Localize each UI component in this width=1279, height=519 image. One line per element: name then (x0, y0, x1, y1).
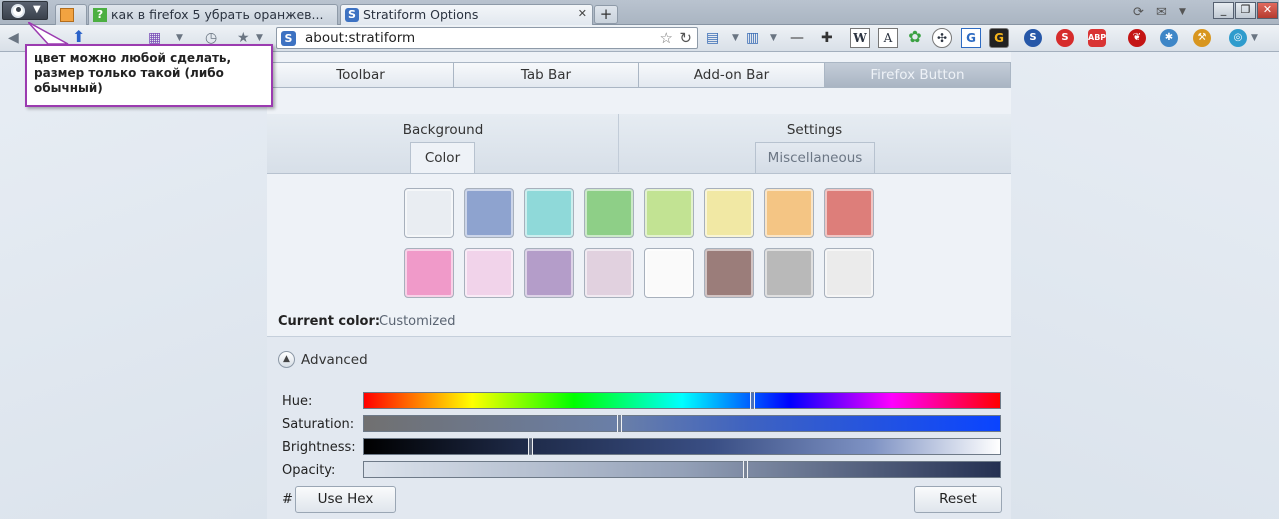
document-icon[interactable]: ▥ (746, 30, 759, 46)
opacity-slider[interactable] (363, 461, 1001, 478)
minimize-button[interactable]: _ (1213, 2, 1234, 19)
tab-label: как в firefox 5 убрать оранжев... (111, 7, 324, 22)
firefox-menu-button[interactable]: ▼ (2, 1, 48, 20)
tab-add-on-bar[interactable]: Add-on Bar (638, 62, 825, 88)
adblock-icon[interactable]: ABP (1088, 29, 1106, 47)
toolbox-icon[interactable]: ⚒ (1193, 29, 1211, 47)
hue-slider-thumb[interactable] (749, 392, 755, 409)
opacity-slider-thumb[interactable] (743, 461, 749, 478)
hex-hash: # (282, 492, 293, 507)
wikipedia-icon[interactable]: W (850, 28, 870, 48)
stratiform-icon: S (345, 8, 359, 22)
font-icon[interactable]: A (878, 28, 898, 48)
url-text[interactable]: about:stratiform (305, 30, 415, 46)
hue-label: Hue: (282, 394, 313, 409)
brightness-label: Brightness: (282, 440, 356, 455)
tab-firefox-button[interactable]: Firefox Button (824, 62, 1011, 88)
color-swatch[interactable] (524, 188, 574, 238)
group-divider (618, 114, 619, 172)
reset-button[interactable]: Reset (914, 486, 1002, 513)
question-icon: ? (93, 8, 107, 22)
mail-icon[interactable]: ✉ (1156, 5, 1167, 20)
puzzle-icon[interactable]: ✿ (905, 28, 925, 48)
zoom-in-icon[interactable]: ✚ (821, 30, 833, 46)
url-bar[interactable]: S about:stratiform ☆ ↻ (276, 27, 698, 49)
color-swatch[interactable] (584, 248, 634, 298)
brightness-slider-thumb[interactable] (528, 438, 534, 455)
chevron-down-icon[interactable]: ▼ (1179, 7, 1186, 17)
flame-icon[interactable]: ❦ (1128, 29, 1146, 47)
globe-icon[interactable]: ◎ (1229, 29, 1247, 47)
tab-tab-bar[interactable]: Tab Bar (453, 62, 639, 88)
google-icon[interactable]: G (961, 28, 981, 48)
note-pointer (28, 22, 69, 45)
chevron-down-icon[interactable]: ▼ (770, 33, 777, 43)
color-swatch[interactable] (704, 188, 754, 238)
annotation-note: цвет можно любой сделать, размер только … (25, 44, 273, 107)
subtab-miscellaneous[interactable]: Miscellaneous (755, 142, 875, 173)
back-icon[interactable]: ◀ (8, 30, 19, 46)
chevron-down-icon[interactable]: ▼ (256, 33, 263, 43)
page-icon[interactable]: ▤ (706, 30, 719, 46)
close-tab-icon[interactable]: ✕ (578, 7, 587, 20)
tab-stratiform[interactable]: S Stratiform Options ✕ (340, 4, 593, 25)
chevron-down-icon[interactable]: ▼ (1251, 33, 1258, 43)
color-swatch[interactable] (584, 188, 634, 238)
tab-toolbar[interactable]: Toolbar (267, 62, 454, 88)
star-icon[interactable]: ☆ (660, 29, 673, 47)
advanced-label[interactable]: Advanced (301, 352, 368, 368)
tools-icon[interactable]: ✱ (1160, 29, 1178, 47)
saturation-label: Saturation: (282, 417, 355, 432)
tab-strip: ▼ ? как в firefox 5 убрать оранжев... S … (0, 0, 1279, 25)
color-swatch[interactable] (824, 248, 874, 298)
tab-forum[interactable]: ? как в firefox 5 убрать оранжев... (88, 4, 338, 25)
page-background-right (1011, 52, 1279, 519)
group-title-background: Background (402, 122, 484, 138)
greasemonkey-icon[interactable]: G (989, 28, 1009, 48)
chevron-down-icon[interactable]: ▼ (176, 33, 183, 43)
subtab-color[interactable]: Color (410, 142, 475, 173)
current-color-label: Current color: (278, 314, 381, 329)
brightness-slider[interactable] (363, 438, 1001, 455)
stylish-icon[interactable]: S (1024, 29, 1042, 47)
s-badge-icon[interactable]: S (1056, 29, 1074, 47)
film-reel-icon[interactable]: ✣ (932, 28, 952, 48)
section-header: Background Settings Color Miscellaneous (267, 114, 1011, 174)
new-tab-button[interactable]: + (594, 5, 618, 24)
chevron-down-icon: ▼ (33, 4, 41, 15)
advanced-section: ▲ Advanced Hue: Saturation: Brightness: … (267, 337, 1011, 519)
hue-slider[interactable] (363, 392, 1001, 409)
group-title-settings: Settings (786, 122, 843, 138)
stratiform-icon: S (281, 31, 296, 46)
options-page: Toolbar Tab Bar Add-on Bar Firefox Butto… (267, 52, 1011, 519)
tab-label: Stratiform Options (363, 7, 479, 22)
color-swatch[interactable] (644, 248, 694, 298)
color-swatch[interactable] (404, 188, 454, 238)
collapse-icon[interactable]: ▲ (278, 351, 295, 368)
color-swatch[interactable] (404, 248, 454, 298)
page-background-left (0, 52, 267, 519)
chevron-down-icon[interactable]: ▼ (732, 33, 739, 43)
color-swatch[interactable] (464, 188, 514, 238)
sync-icon[interactable]: ⟳ (1133, 5, 1144, 20)
opacity-label: Opacity: (282, 463, 336, 478)
maximize-button[interactable]: ❐ (1235, 2, 1256, 19)
rss-icon (60, 8, 74, 22)
color-swatch[interactable] (524, 248, 574, 298)
close-window-button[interactable]: ✕ (1257, 2, 1278, 19)
color-swatch[interactable] (704, 248, 754, 298)
color-swatch[interactable] (464, 248, 514, 298)
color-swatch[interactable] (764, 188, 814, 238)
saturation-slider[interactable] (363, 415, 1001, 432)
current-color-value: Customized (379, 314, 456, 329)
use-hex-button[interactable]: Use Hex (295, 486, 396, 513)
zoom-out-icon[interactable]: — (790, 30, 804, 46)
reload-icon[interactable]: ↻ (679, 29, 692, 47)
color-swatch[interactable] (824, 188, 874, 238)
saturation-slider-thumb[interactable] (616, 415, 622, 432)
color-swatch[interactable] (644, 188, 694, 238)
color-swatch[interactable] (764, 248, 814, 298)
firefox-logo-icon (11, 4, 25, 18)
